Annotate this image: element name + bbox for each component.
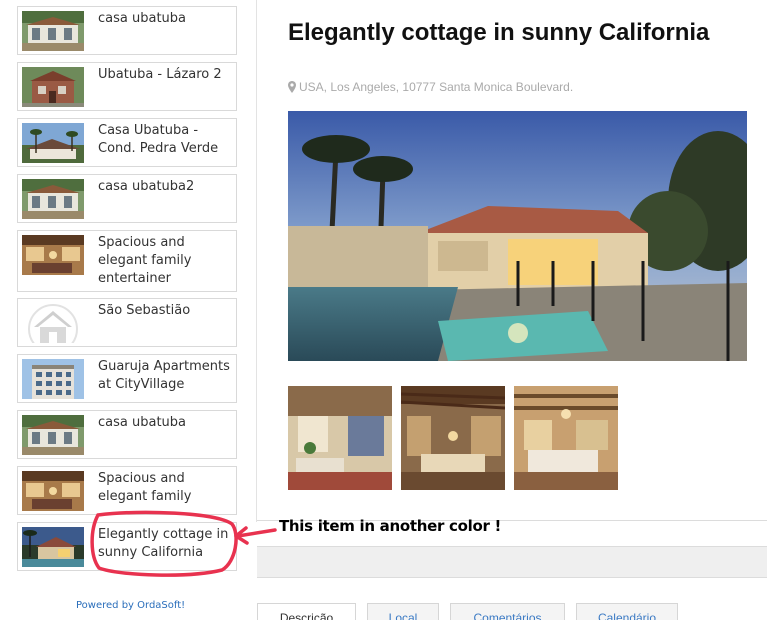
property-address: USA, Los Angeles, 10777 Santa Monica Bou…	[288, 80, 573, 94]
gallery-thumb-living-room[interactable]	[288, 386, 392, 490]
sidebar-item-label[interactable]: Spacious and elegant family	[98, 470, 236, 506]
sidebar-item-label[interactable]: Elegantly cottage in sunny California	[98, 526, 236, 562]
sidebar-item-spacious-entertainer[interactable]: Spacious and elegant family entertainer	[17, 230, 237, 292]
sidebar-item-spacious-family[interactable]: Spacious and elegant family	[17, 466, 237, 515]
porch-house-thumbnail[interactable]	[22, 11, 84, 51]
sidebar-item-ubatuba-lazaro-2[interactable]: Ubatuba - Lázaro 2	[17, 62, 237, 111]
sidebar-item-label[interactable]: casa ubatuba2	[98, 178, 236, 196]
sidebar-item-label[interactable]: Spacious and elegant family entertainer	[98, 234, 236, 288]
sidebar-item-label[interactable]: casa ubatuba	[98, 414, 236, 432]
sidebar-item-label[interactable]: casa ubatuba	[98, 10, 236, 28]
main-property-photo[interactable]	[288, 111, 747, 361]
interior-room-thumbnail[interactable]	[22, 471, 84, 511]
sidebar-item-sao-sebastiao[interactable]: São Sebastião	[17, 298, 237, 347]
tab-calendario[interactable]: Calendário	[576, 603, 678, 620]
map-pin-icon	[288, 81, 296, 93]
sidebar-item-label[interactable]: Ubatuba - Lázaro 2	[98, 66, 236, 84]
property-sidebar: casa ubatuba Ubatuba - Lázaro 2 Casa Uba…	[0, 0, 257, 620]
sidebar-item-guaruja-apartments[interactable]: Guaruja Apartments at CityVillage	[17, 354, 237, 403]
porch-house-thumbnail[interactable]	[22, 179, 84, 219]
tab-descricao[interactable]: Descrição	[257, 603, 356, 620]
sidebar-item-casa-ubatuba2[interactable]: casa ubatuba2	[17, 174, 237, 223]
house-placeholder-icon[interactable]	[22, 303, 84, 343]
sidebar-item-casa-ubatuba[interactable]: casa ubatuba	[17, 6, 237, 55]
sidebar-item-label[interactable]: Guaruja Apartments at CityVillage	[98, 358, 236, 394]
address-text: USA, Los Angeles, 10777 Santa Monica Bou…	[299, 80, 574, 94]
tab-comentarios[interactable]: Comentários	[450, 603, 565, 620]
sidebar-item-label[interactable]: Casa Ubatuba - Cond. Pedra Verde	[98, 122, 236, 158]
roof-palms-thumbnail[interactable]	[22, 123, 84, 163]
sidebar-item-elegantly-cottage[interactable]: Elegantly cottage in sunny California	[17, 522, 237, 571]
apartment-building-thumbnail[interactable]	[22, 359, 84, 399]
sidebar-item-casa-ubatuba-2nd[interactable]: casa ubatuba	[17, 410, 237, 459]
gallery-thumb-bedroom[interactable]	[514, 386, 618, 490]
sidebar-item-label[interactable]: São Sebastião	[98, 302, 236, 320]
brick-house-thumbnail[interactable]	[22, 67, 84, 107]
interior-room-thumbnail[interactable]	[22, 235, 84, 275]
sidebar-item-casa-ubatuba-pedra-verde[interactable]: Casa Ubatuba - Cond. Pedra Verde	[17, 118, 237, 167]
evening-house-thumbnail[interactable]	[22, 527, 84, 567]
porch-house-thumbnail[interactable]	[22, 415, 84, 455]
powered-by-link[interactable]: Powered by OrdaSoft!	[76, 600, 185, 611]
gallery-thumb-patio[interactable]	[401, 386, 505, 490]
annotation-text: This item in another color !	[279, 517, 502, 535]
tab-local[interactable]: Local	[367, 603, 439, 620]
gray-bar	[257, 546, 767, 578]
sidebar-divider	[256, 0, 257, 522]
property-title: Elegantly cottage in sunny California	[288, 19, 710, 46]
